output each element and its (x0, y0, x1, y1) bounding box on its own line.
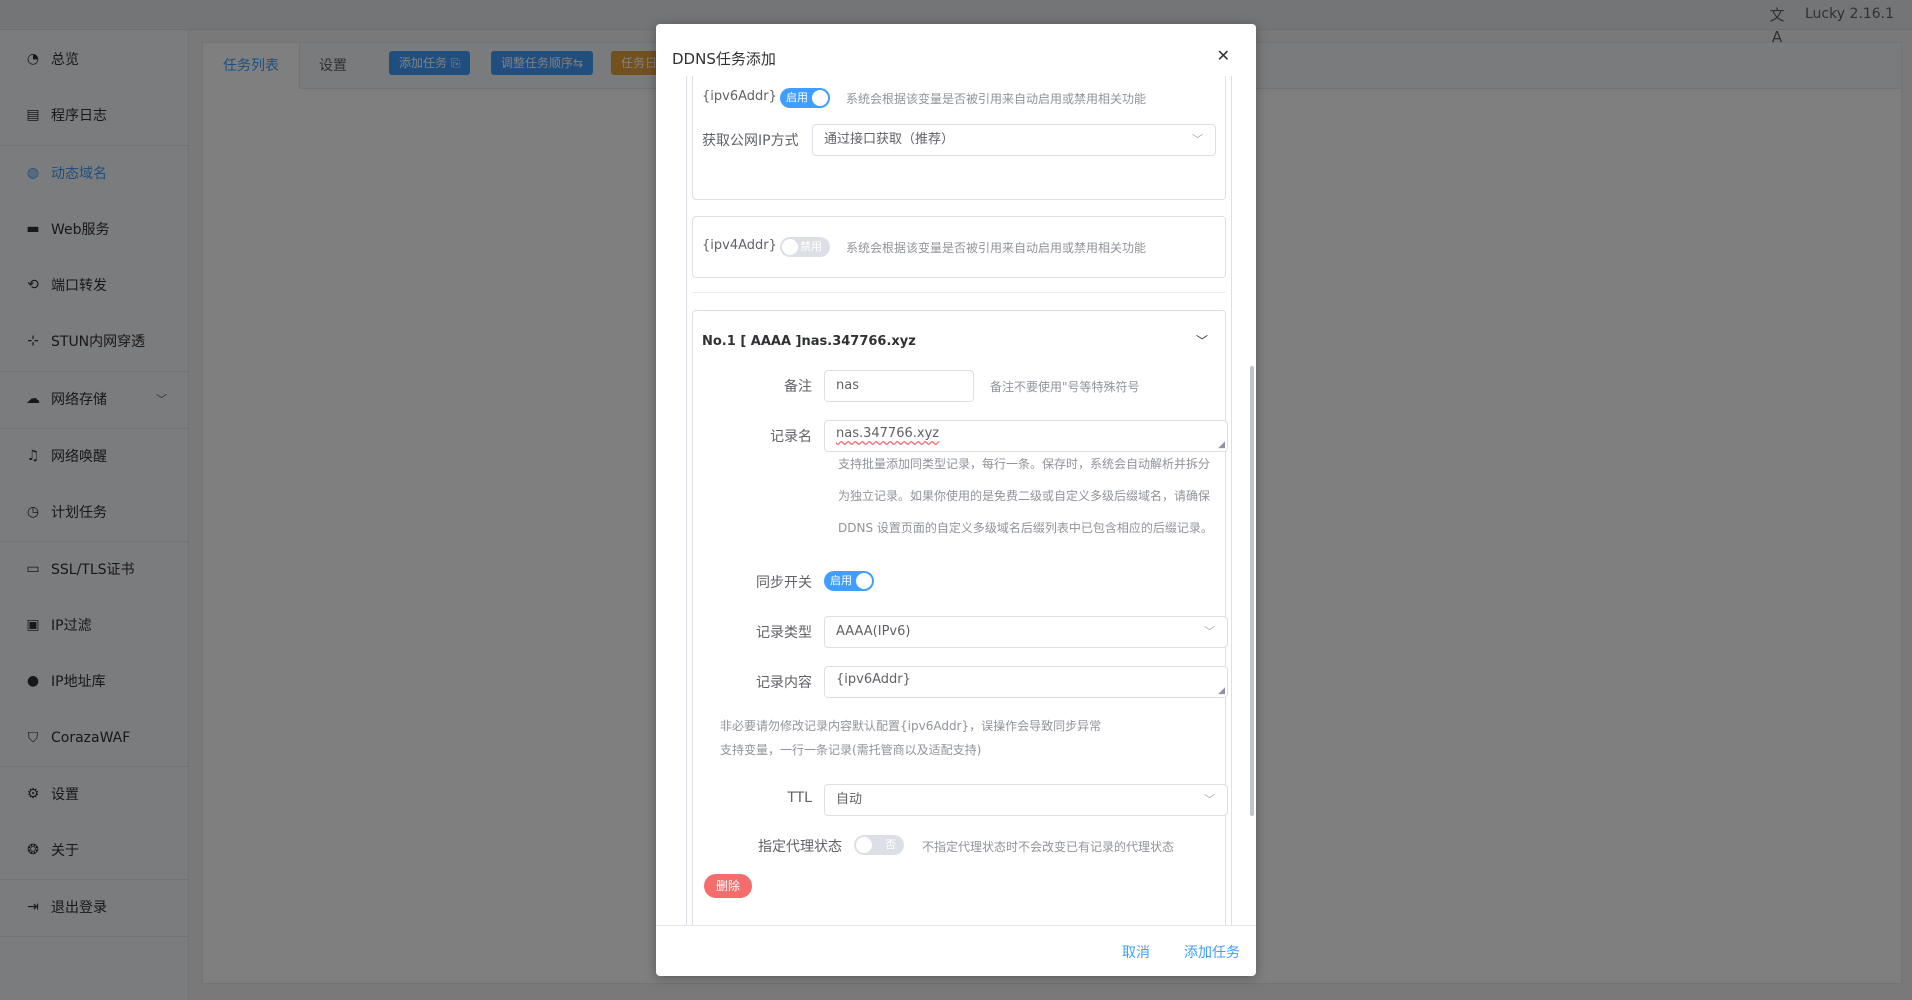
chevron-down-icon[interactable]: ﹀ (1196, 332, 1208, 349)
chevron-down-icon: ﹀ (1204, 793, 1215, 806)
record-name-label: 记录名 (770, 429, 812, 445)
ttl-value: 自动 (836, 792, 863, 807)
record-name-value: nas.347766.xyz (836, 426, 940, 441)
chevron-down-icon: ﹀ (1204, 625, 1215, 638)
close-icon[interactable]: ✕ (1217, 46, 1230, 65)
ipv6-variable-switch[interactable]: 启用 (780, 88, 830, 108)
record-type-select[interactable]: AAAA(IPv6) ﹀ (824, 616, 1228, 648)
switch-knob (856, 573, 872, 589)
hint-line: 支持变量，一行一条记录(需托管商以及适配支持) (720, 743, 982, 757)
remark-value: nas (836, 378, 859, 393)
record-name-hint: 支持批量添加同类型记录，每行一条。保存时，系统会自动解析并拆分 为独立记录。如果… (838, 448, 1256, 544)
ipv6-variable-hint: 系统会根据该变量是否被引用来自动启用或禁用相关功能 (846, 92, 1147, 106)
ip-method-select[interactable]: 通过接口获取（推荐） ﹀ (812, 124, 1216, 156)
cancel-button[interactable]: 取消 (1122, 942, 1150, 962)
delete-record-button[interactable]: 删除 (704, 874, 752, 898)
section-divider (692, 292, 1226, 293)
switch-knob (782, 239, 798, 255)
ipv4-variable-switch[interactable]: 禁用 (780, 237, 830, 257)
ip-method-value: 通过接口获取（推荐） (824, 132, 955, 147)
switch-knob (812, 90, 828, 106)
ip-method-label: 获取公网IP方式 (702, 133, 799, 149)
proxy-status-hint: 不指定代理状态时不会改变已有记录的代理状态 (922, 840, 1175, 854)
dialog-scrollbar[interactable] (1250, 366, 1254, 816)
record-content-value: {ipv6Addr} (836, 672, 911, 687)
switch-text: 否 (885, 838, 896, 851)
proxy-status-label: 指定代理状态 (758, 839, 842, 855)
hint-line: DDNS 设置页面的自定义多级域名后缀列表中已包含相应的后缀记录。 (838, 521, 1213, 535)
dialog-body: {ipv6Addr} 启用 系统会根据该变量是否被引用来自动启用或禁用相关功能 … (656, 76, 1256, 926)
ipv6-variable-label: {ipv6Addr} (702, 89, 777, 104)
hint-line: 支持批量添加同类型记录，每行一条。保存时，系统会自动解析并拆分 (838, 457, 1211, 471)
switch-knob (856, 837, 872, 853)
record-type-label: 记录类型 (756, 625, 812, 641)
remark-label: 备注 (784, 379, 812, 395)
ttl-label: TTL (787, 790, 812, 806)
resize-handle-icon[interactable]: ◢ (1218, 686, 1225, 696)
record-type-value: AAAA(IPv6) (836, 624, 911, 639)
hint-line: 非必要请勿修改记录内容默认配置{ipv6Addr}，误操作会导致同步异常 (720, 719, 1102, 733)
record-content-hint: 非必要请勿修改记录内容默认配置{ipv6Addr}，误操作会导致同步异常 支持变… (720, 714, 1101, 762)
remark-hint: 备注不要使用"号等特殊符号 (990, 380, 1140, 394)
sync-switch[interactable]: 启用 (824, 571, 874, 591)
remark-input[interactable]: nas (824, 370, 974, 402)
record-content-label: 记录内容 (756, 675, 812, 691)
proxy-status-switch[interactable]: 否 (854, 835, 904, 855)
switch-text: 禁用 (800, 240, 822, 253)
dialog-header: DDNS任务添加 ✕ (656, 24, 1256, 76)
ttl-select[interactable]: 自动 ﹀ (824, 784, 1228, 816)
ipv4-variable-label: {ipv4Addr} (702, 238, 777, 253)
dialog-footer: 取消 添加任务 (656, 926, 1256, 976)
chevron-down-icon: ﹀ (1192, 133, 1203, 146)
sync-label: 同步开关 (756, 575, 812, 591)
record-content-textarea[interactable]: {ipv6Addr} ◢ (824, 666, 1228, 698)
record-title[interactable]: No.1 [ AAAA ]nas.347766.xyz (702, 334, 916, 349)
hint-line: 为独立记录。如果你使用的是免费二级或自定义多级后缀域名，请确保 (838, 489, 1211, 503)
switch-text: 启用 (830, 574, 852, 587)
switch-text: 启用 (786, 91, 808, 104)
ddns-task-dialog: DDNS任务添加 ✕ {ipv6Addr} 启用 系统会根据该变量是否被引用来自… (656, 24, 1256, 976)
add-task-confirm-button[interactable]: 添加任务 (1184, 942, 1240, 962)
dialog-title: DDNS任务添加 (672, 50, 776, 68)
ipv4-variable-hint: 系统会根据该变量是否被引用来自动启用或禁用相关功能 (846, 241, 1147, 255)
